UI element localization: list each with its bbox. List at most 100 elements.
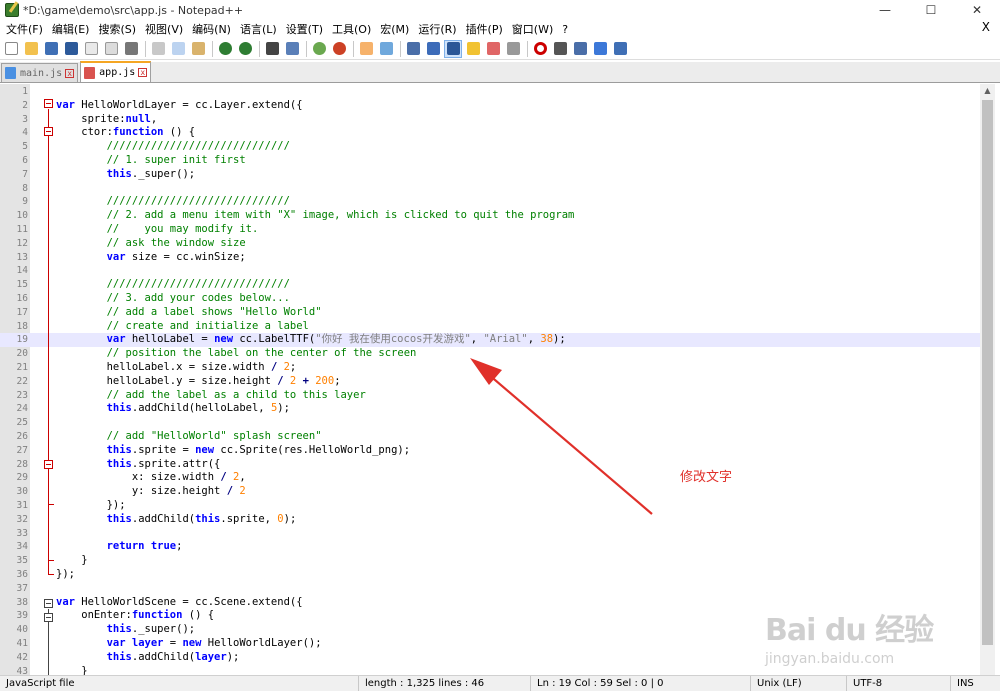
menu-window[interactable]: 窗口(W) [509, 21, 559, 37]
code-text: }); [56, 499, 126, 511]
zoom-out-icon[interactable] [330, 40, 348, 58]
monitor-icon[interactable] [504, 40, 522, 58]
code-line[interactable]: 21 helloLabel.x = size.width / 2; [0, 361, 980, 375]
code-line[interactable]: 34 return true; [0, 540, 980, 554]
word-wrap-icon[interactable] [377, 40, 395, 58]
code-line[interactable]: 11 // you may modify it. [0, 223, 980, 237]
code-line[interactable]: 17 // add a label shows "Hello World" [0, 306, 980, 320]
fold-toggle-icon[interactable] [44, 613, 53, 622]
find-icon[interactable] [263, 40, 281, 58]
code-line[interactable]: 3 sprite:null, [0, 113, 980, 127]
close-document-button[interactable]: X [982, 20, 990, 34]
menu-run[interactable]: 运行(R) [415, 21, 462, 37]
show-all-chars-icon[interactable] [404, 40, 422, 58]
code-text: ///////////////////////////// [106, 195, 290, 208]
code-line[interactable]: 25 [0, 416, 980, 430]
indent-guide-icon[interactable] [424, 40, 442, 58]
folder-workspace-icon[interactable] [484, 40, 502, 58]
code-line[interactable]: 31 }); [0, 499, 980, 513]
fold-toggle-icon[interactable] [44, 599, 53, 608]
code-line[interactable]: 23 // add the label as a child to this l… [0, 389, 980, 403]
code-line[interactable]: 16 // 3. add your codes below... [0, 292, 980, 306]
document-tab-bar: main.js x app.js x [0, 61, 1000, 83]
stop-macro-icon[interactable] [551, 40, 569, 58]
play-macro-icon[interactable] [571, 40, 589, 58]
zoom-in-icon[interactable] [310, 40, 328, 58]
code-line[interactable]: 2 var HelloWorldLayer = cc.Layer.extend({ [0, 99, 980, 113]
code-line[interactable]: 6 // 1. super init first [0, 154, 980, 168]
paste-icon[interactable] [189, 40, 207, 58]
code-line[interactable]: 13 var size = cc.winSize; [0, 251, 980, 265]
replace-icon[interactable] [283, 40, 301, 58]
code-line[interactable]: 30 y: size.height / 2 [0, 485, 980, 499]
open-file-icon[interactable] [22, 40, 40, 58]
code-line[interactable]: 15 ///////////////////////////// [0, 278, 980, 292]
code-line[interactable]: 19 var helloLabel = new cc.LabelTTF("你好 … [0, 333, 980, 348]
menu-tools[interactable]: 工具(O) [329, 21, 377, 37]
code-line[interactable]: 14 [0, 264, 980, 278]
vertical-scrollbar[interactable]: ▲ [980, 84, 995, 675]
menu-view[interactable]: 视图(V) [142, 21, 189, 37]
record-macro-icon[interactable] [531, 40, 549, 58]
code-line[interactable]: 12 // ask the window size [0, 237, 980, 251]
fold-toggle-icon[interactable] [44, 460, 53, 469]
code-line[interactable]: 22 helloLabel.y = size.height / 2 + 200; [0, 375, 980, 389]
code-line[interactable]: 32 this.addChild(this.sprite, 0); [0, 513, 980, 527]
menu-help[interactable]: ? [559, 23, 574, 36]
code-line[interactable]: 24 this.addChild(helloLabel, 5); [0, 402, 980, 416]
code-line[interactable]: 8 [0, 182, 980, 196]
code-line[interactable]: 26 // add "HelloWorld" splash screen" [0, 430, 980, 444]
code-line[interactable]: 33 [0, 527, 980, 541]
code-line[interactable]: 18 // create and initialize a label [0, 320, 980, 334]
close-icon[interactable] [82, 40, 100, 58]
menu-search[interactable]: 搜索(S) [95, 21, 142, 37]
fold-toggle-icon[interactable] [44, 99, 53, 108]
code-line[interactable]: 37 [0, 582, 980, 596]
redo-icon[interactable] [236, 40, 254, 58]
code-line[interactable]: 29 x: size.width / 2, [0, 471, 980, 485]
menu-plugins[interactable]: 插件(P) [463, 21, 509, 37]
close-tab-icon[interactable]: x [138, 68, 148, 77]
doc-map-icon[interactable] [444, 39, 462, 58]
close-tab-icon[interactable]: x [65, 68, 75, 78]
run-macro-multiple-icon[interactable] [591, 40, 609, 58]
code-line[interactable]: 36}); [0, 568, 980, 582]
scrollbar-thumb[interactable] [982, 100, 993, 645]
maximize-button[interactable]: ☐ [908, 0, 954, 20]
code-editor[interactable]: 1 2 var HelloWorldLayer = cc.Layer.extend(… [0, 84, 980, 675]
menu-encoding[interactable]: 编码(N) [189, 21, 237, 37]
close-all-icon[interactable] [102, 40, 120, 58]
save-icon[interactable] [42, 40, 60, 58]
function-list-icon[interactable] [464, 40, 482, 58]
copy-icon[interactable] [169, 40, 187, 58]
code-line[interactable]: 7 this._super(); [0, 168, 980, 182]
code-line[interactable]: 20 // position the label on the center o… [0, 347, 980, 361]
tab-main-js[interactable]: main.js x [1, 63, 79, 82]
menu-language[interactable]: 语言(L) [237, 21, 283, 37]
scroll-up-icon[interactable]: ▲ [980, 84, 995, 98]
fold-toggle-icon[interactable] [44, 127, 53, 136]
menu-settings[interactable]: 设置(T) [283, 21, 329, 37]
menu-macro[interactable]: 宏(M) [377, 21, 415, 37]
code-line[interactable]: 10 // 2. add a menu item with "X" image,… [0, 209, 980, 223]
minimize-button[interactable]: — [862, 0, 908, 20]
code-line[interactable]: 35 } [0, 554, 980, 568]
code-line[interactable]: 5 ///////////////////////////// [0, 140, 980, 154]
line-number: 20 [16, 348, 28, 360]
code-line[interactable]: 4 ctor:function () { [0, 126, 980, 140]
print-icon[interactable] [122, 40, 140, 58]
sync-scroll-icon[interactable] [357, 40, 375, 58]
menu-edit[interactable]: 编辑(E) [49, 21, 96, 37]
code-line[interactable]: 27 this.sprite = new cc.Sprite(res.Hello… [0, 444, 980, 458]
code-line[interactable]: 1 [0, 85, 980, 99]
code-line[interactable]: 28 this.sprite.attr({ [0, 458, 980, 472]
undo-icon[interactable] [216, 40, 234, 58]
code-line[interactable]: 9 ///////////////////////////// [0, 195, 980, 209]
save-macro-icon[interactable] [611, 40, 629, 58]
tab-app-js[interactable]: app.js x [80, 61, 152, 82]
menu-file[interactable]: 文件(F) [3, 21, 49, 37]
save-all-icon[interactable] [62, 40, 80, 58]
cut-icon[interactable] [149, 40, 167, 58]
new-file-icon[interactable] [2, 40, 20, 58]
close-window-button[interactable]: ✕ [954, 0, 1000, 20]
